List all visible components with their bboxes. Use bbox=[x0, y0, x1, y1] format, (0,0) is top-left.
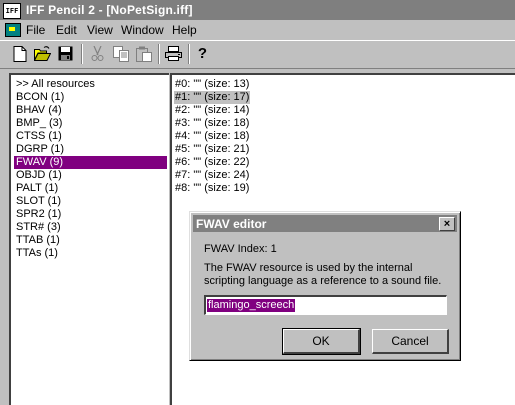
entry-row-4[interactable]: #4: "" (size: 18) bbox=[174, 130, 250, 143]
resource-item-bhav[interactable]: BHAV (4) bbox=[16, 104, 62, 117]
entry-row-6[interactable]: #6: "" (size: 22) bbox=[174, 156, 250, 169]
close-icon[interactable]: × bbox=[439, 217, 455, 231]
resource-item-spr2[interactable]: SPR2 (1) bbox=[16, 208, 61, 221]
resource-item-ttas[interactable]: TTAs (1) bbox=[16, 247, 58, 260]
resource-item-all[interactable]: >> All resources bbox=[16, 78, 95, 91]
resource-item-bcon[interactable]: BCON (1) bbox=[16, 91, 64, 104]
resource-item-fwav[interactable]: FWAV (9) bbox=[14, 156, 167, 169]
save-disk-icon[interactable] bbox=[55, 43, 76, 64]
resource-item-slot[interactable]: SLOT (1) bbox=[16, 195, 61, 208]
resource-item-palt[interactable]: PALT (1) bbox=[16, 182, 58, 195]
menu-edit[interactable]: Edit bbox=[56, 23, 77, 37]
entry-row-7[interactable]: #7: "" (size: 24) bbox=[174, 169, 250, 182]
toolbar: ? bbox=[0, 40, 515, 69]
entry-row-1[interactable]: #1: "" (size: 17) bbox=[174, 91, 251, 104]
ok-button[interactable]: OK bbox=[282, 328, 361, 355]
app-icon[interactable]: IFF bbox=[3, 3, 21, 19]
entry-row-3[interactable]: #3: "" (size: 18) bbox=[174, 117, 250, 130]
dialog-title-bar[interactable]: FWAV editor × bbox=[193, 215, 457, 232]
title-bar[interactable]: IFF IFF Pencil 2 - [NoPetSign.iff] bbox=[0, 0, 515, 20]
resource-item-str[interactable]: STR# (3) bbox=[16, 221, 61, 234]
open-folder-icon[interactable] bbox=[32, 43, 53, 64]
dialog-title: FWAV editor bbox=[196, 217, 267, 231]
resource-item-dgrp[interactable]: DGRP (1) bbox=[16, 143, 64, 156]
entry-row-2[interactable]: #2: "" (size: 14) bbox=[174, 104, 250, 117]
menu-help[interactable]: Help bbox=[172, 23, 197, 37]
input-selected-text: flamingo_screech bbox=[207, 299, 296, 312]
menu-window[interactable]: Window bbox=[121, 23, 164, 37]
menu-view[interactable]: View bbox=[87, 23, 113, 37]
new-file-icon[interactable] bbox=[9, 43, 30, 64]
entry-row-8[interactable]: #8: "" (size: 19) bbox=[174, 182, 250, 195]
print-icon[interactable] bbox=[163, 43, 184, 64]
cancel-button[interactable]: Cancel bbox=[372, 329, 449, 354]
menu-file[interactable]: File bbox=[26, 23, 45, 37]
entry-row-5[interactable]: #5: "" (size: 21) bbox=[174, 143, 250, 156]
document-window-icon[interactable] bbox=[5, 23, 21, 37]
resource-item-ctss[interactable]: CTSS (1) bbox=[16, 130, 62, 143]
resource-item-objd[interactable]: OBJD (1) bbox=[16, 169, 62, 182]
resource-item-bmp[interactable]: BMP_ (3) bbox=[16, 117, 62, 130]
window-title: IFF Pencil 2 - [NoPetSign.iff] bbox=[26, 3, 193, 17]
copy-icon[interactable] bbox=[110, 43, 131, 64]
menu-bar: File Edit View Window Help bbox=[0, 20, 515, 40]
description-line-2: scripting language as a reference to a s… bbox=[204, 275, 442, 287]
resource-item-ttab[interactable]: TTAB (1) bbox=[16, 234, 60, 247]
help-icon[interactable]: ? bbox=[192, 43, 213, 64]
description-line-1: The FWAV resource is used by the interna… bbox=[204, 262, 413, 274]
paste-icon[interactable] bbox=[133, 43, 154, 64]
resource-type-list[interactable]: >> All resources BCON (1) BHAV (4) BMP_ … bbox=[9, 73, 169, 405]
sound-file-name-input[interactable]: flamingo_screech bbox=[204, 295, 447, 315]
cut-icon[interactable] bbox=[87, 43, 108, 64]
entry-row-0[interactable]: #0: "" (size: 13) bbox=[174, 78, 250, 91]
fwav-index-label: FWAV Index: 1 bbox=[204, 243, 277, 255]
fwav-editor-dialog: FWAV editor × FWAV Index: 1 The FWAV res… bbox=[189, 211, 461, 361]
